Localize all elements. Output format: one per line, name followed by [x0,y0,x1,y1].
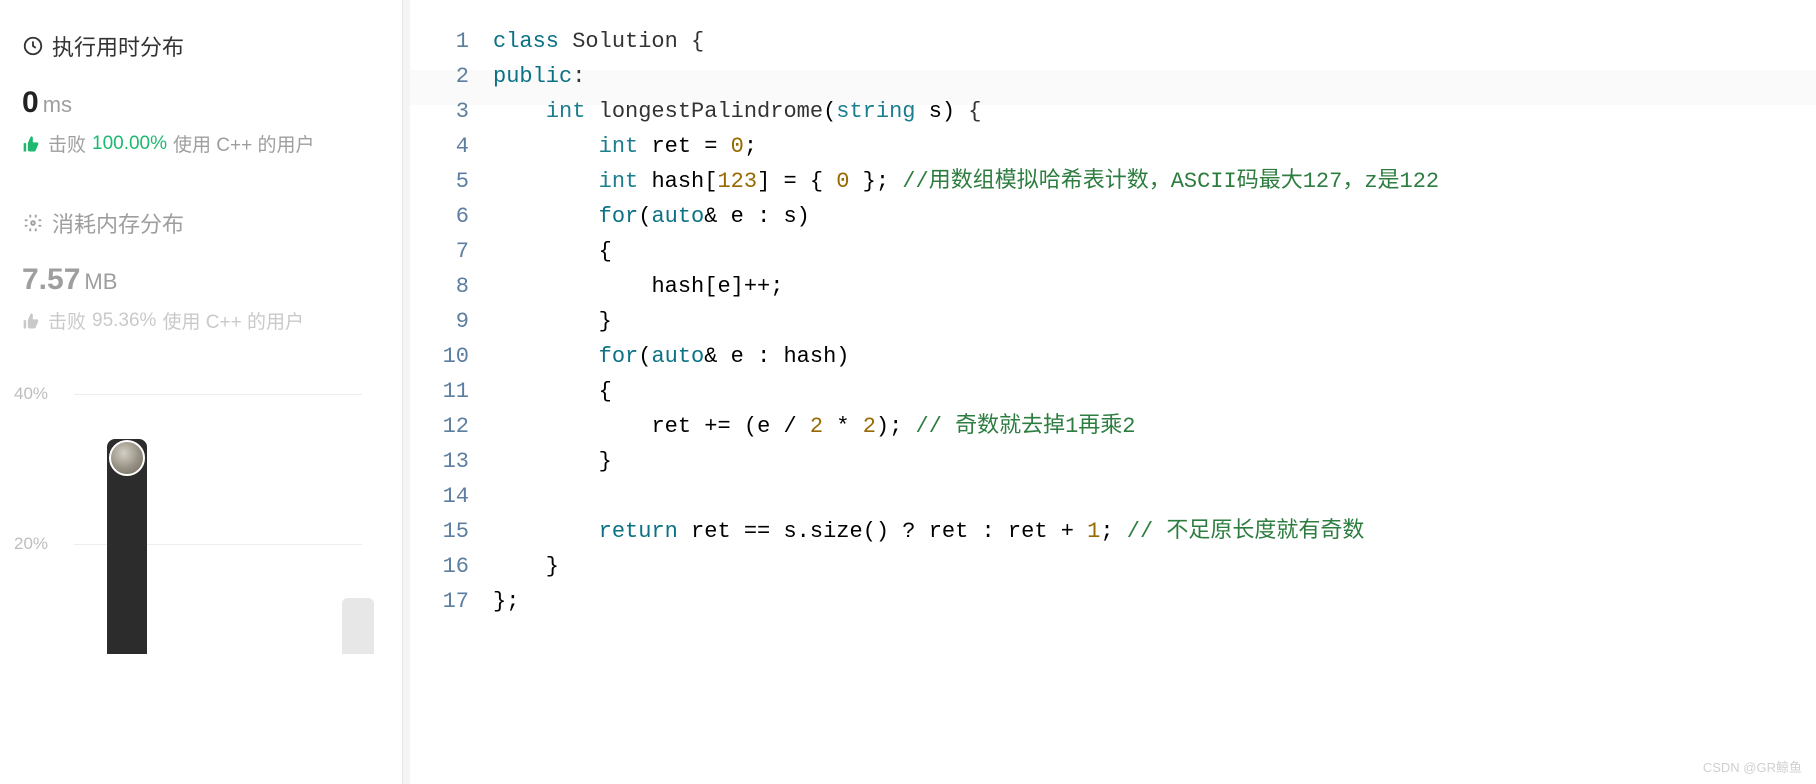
memory-value: 7.57MB [22,263,382,297]
runtime-section-header: 执行用时分布 [22,30,382,62]
memory-beat-line: 击败 95.36% 使用 C++ 的用户 [22,307,382,334]
memory-title: 消耗内存分布 [52,207,184,239]
line-number-gutter: 1 2 3 4 5 6 7 8 9 10 11 12 13 14 15 16 1… [403,24,493,784]
chart-bar-other[interactable] [342,598,374,654]
clap-icon [22,311,42,331]
code-content[interactable]: class Solution { public: int longestPali… [493,24,1816,784]
runtime-value: 0ms [22,86,382,120]
stats-sidebar: 执行用时分布 0ms 击败 100.00% 使用 C++ 的用户 消耗内存分布 … [0,0,403,784]
runtime-beat-line: 击败 100.00% 使用 C++ 的用户 [22,130,382,157]
y-tick-20: 20% [14,534,48,554]
clap-icon [22,134,42,154]
code-panel: 1 2 3 4 5 6 7 8 9 10 11 12 13 14 15 16 1… [403,0,1816,784]
avatar[interactable] [109,440,145,476]
clock-icon [22,35,44,57]
memory-section-header: 消耗内存分布 [22,207,382,239]
watermark: CSDN @GR鲸鱼 [1703,757,1802,776]
chip-icon [22,212,44,234]
y-tick-40: 40% [14,384,48,404]
runtime-title: 执行用时分布 [52,30,184,62]
runtime-distribution-chart: 40% 20% [22,374,382,654]
